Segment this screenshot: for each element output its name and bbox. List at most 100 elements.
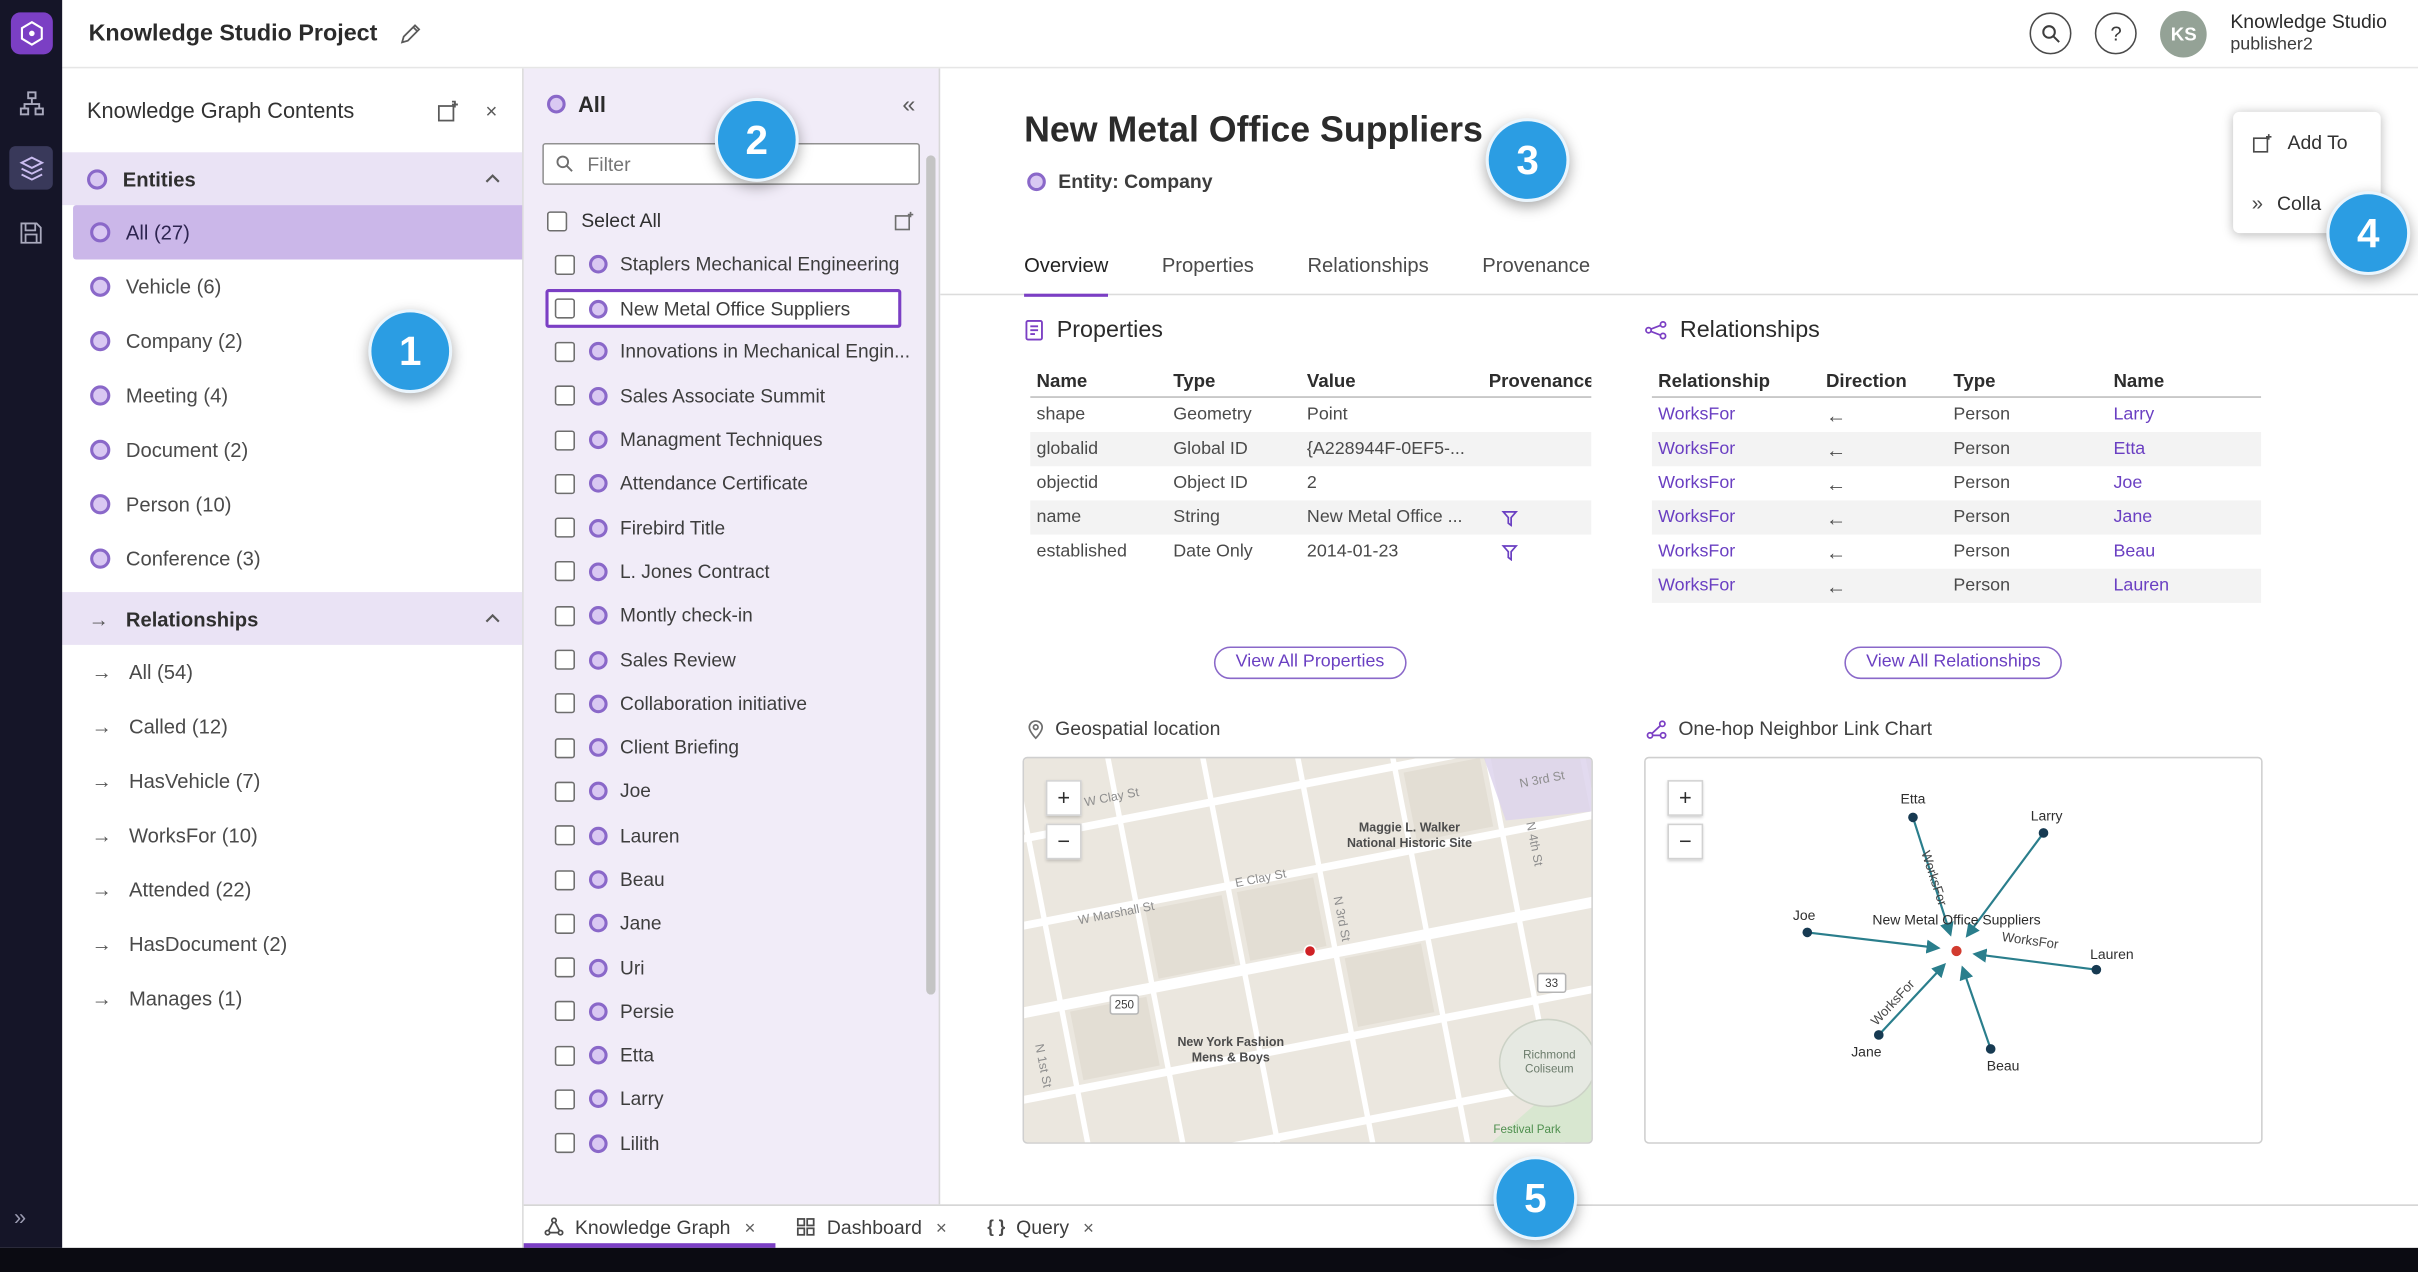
tab-overview[interactable]: Overview — [1024, 242, 1109, 297]
checkbox-icon[interactable] — [554, 561, 575, 582]
zoom-out-button[interactable]: − — [1045, 823, 1082, 860]
list-item[interactable]: Client Briefing — [524, 726, 939, 770]
entity-link[interactable]: Lauren — [2107, 577, 2261, 596]
checkbox-icon[interactable] — [554, 385, 575, 406]
provenance-icon[interactable] — [1501, 543, 1519, 561]
tab-query[interactable]: { } Query × — [967, 1206, 1114, 1248]
checkbox-icon[interactable] — [554, 737, 575, 758]
tab-properties[interactable]: Properties — [1162, 242, 1254, 295]
save-icon[interactable] — [9, 211, 53, 255]
list-item[interactable]: Sales Review — [524, 638, 939, 682]
close-tab-icon[interactable]: × — [744, 1216, 755, 1238]
list-item[interactable]: Managment Techniques — [524, 418, 939, 462]
close-tab-icon[interactable]: × — [1083, 1216, 1094, 1238]
list-item[interactable]: Lilith — [524, 1121, 939, 1165]
checkbox-icon[interactable] — [554, 254, 575, 275]
checkbox-icon[interactable] — [554, 649, 575, 670]
zoom-in-button[interactable]: + — [1667, 780, 1704, 816]
checkbox-icon[interactable] — [554, 913, 575, 934]
zoom-in-button[interactable]: + — [1045, 780, 1082, 816]
relationship-filter-all[interactable]: → All (54) — [62, 645, 522, 699]
checkbox-icon[interactable] — [554, 517, 575, 538]
user-avatar[interactable]: KS — [2160, 10, 2208, 57]
entity-link[interactable]: Larry — [2107, 406, 2261, 425]
close-panel-icon[interactable]: × — [485, 99, 497, 122]
chevron-up-icon[interactable] — [485, 613, 501, 623]
relationships-section-header[interactable]: → Relationships — [62, 592, 523, 645]
menu-item-add-to[interactable]: Add To — [2233, 112, 2381, 173]
tab-relationships[interactable]: Relationships — [1307, 242, 1428, 295]
entity-filter-conference[interactable]: Conference (3) — [62, 531, 522, 585]
checkbox-icon[interactable] — [554, 1133, 575, 1154]
search-icon[interactable] — [2029, 12, 2072, 55]
checkbox-icon[interactable] — [554, 1089, 575, 1110]
list-item[interactable]: Sales Associate Summit — [524, 374, 939, 418]
tab-knowledge-graph[interactable]: Knowledge Graph × — [523, 1206, 776, 1248]
entity-link[interactable]: Beau — [2107, 542, 2261, 561]
list-item[interactable]: Firebird Title — [524, 506, 939, 550]
list-item[interactable]: Innovations in Mechanical Engin... — [524, 330, 939, 374]
relationship-filter-called[interactable]: → Called (12) — [62, 699, 522, 753]
entity-link[interactable]: Joe — [2107, 474, 2261, 493]
relationship-link[interactable]: WorksFor — [1652, 474, 1820, 493]
list-item[interactable]: Persie — [524, 990, 939, 1034]
entity-link[interactable]: Jane — [2107, 508, 2261, 527]
checkbox-icon[interactable] — [554, 869, 575, 890]
list-item[interactable]: Etta — [524, 1033, 939, 1077]
relationship-filter-hasvehicle[interactable]: → HasVehicle (7) — [62, 754, 522, 808]
list-item[interactable]: Attendance Certificate — [524, 462, 939, 506]
edit-title-icon[interactable] — [399, 23, 421, 45]
list-item[interactable]: Joe — [524, 770, 939, 814]
list-item[interactable]: L. Jones Contract — [524, 550, 939, 594]
list-item[interactable]: Staplers Mechanical Engineering — [524, 242, 939, 286]
provenance-icon[interactable] — [1501, 509, 1519, 527]
list-item[interactable]: Uri — [524, 946, 939, 990]
link-chart-widget[interactable]: Etta Larry Joe Lauren Jane Beau New Meta… — [1644, 756, 2263, 1144]
list-item-selected[interactable]: New Metal Office Suppliers — [545, 289, 902, 329]
checkbox-icon[interactable] — [554, 693, 575, 714]
relationship-filter-attended[interactable]: → Attended (22) — [62, 862, 522, 916]
entity-filter-document[interactable]: Document (2) — [62, 423, 522, 477]
view-all-properties-button[interactable]: View All Properties — [1213, 646, 1407, 680]
checkbox-icon[interactable] — [554, 825, 575, 846]
entity-filter-person[interactable]: Person (10) — [62, 477, 522, 531]
chevron-up-icon[interactable] — [485, 174, 501, 183]
relationship-filter-manages[interactable]: → Manages (1) — [62, 971, 522, 1025]
expand-rail-icon[interactable]: » — [14, 1204, 26, 1229]
view-all-relationships-button[interactable]: View All Relationships — [1844, 646, 2063, 680]
entity-filter-meeting[interactable]: Meeting (4) — [62, 368, 522, 422]
list-item[interactable]: Lauren — [524, 814, 939, 858]
collapse-panel-icon[interactable]: « — [902, 91, 915, 117]
close-tab-icon[interactable]: × — [936, 1216, 947, 1238]
checkbox-icon[interactable] — [554, 1045, 575, 1066]
entity-filter-vehicle[interactable]: Vehicle (6) — [62, 260, 522, 314]
checkbox-icon[interactable] — [554, 473, 575, 494]
list-item[interactable]: Jane — [524, 902, 939, 946]
hierarchy-icon[interactable] — [9, 81, 53, 125]
scrollbar[interactable] — [926, 155, 936, 995]
list-item[interactable]: Beau — [524, 858, 939, 902]
relationship-link[interactable]: WorksFor — [1652, 577, 1820, 596]
add-selection-icon[interactable] — [894, 210, 916, 232]
checkbox-icon[interactable] — [554, 298, 575, 320]
help-icon[interactable]: ? — [2095, 12, 2138, 55]
tab-dashboard[interactable]: Dashboard × — [776, 1206, 967, 1248]
checkbox-icon[interactable] — [554, 429, 575, 450]
entities-section-header[interactable]: Entities — [62, 152, 523, 206]
list-item[interactable]: Larry — [524, 1077, 939, 1121]
checkbox-icon[interactable] — [554, 1001, 575, 1022]
relationship-link[interactable]: WorksFor — [1652, 508, 1820, 527]
relationship-link[interactable]: WorksFor — [1652, 406, 1820, 425]
entity-link[interactable]: Etta — [2107, 440, 2261, 459]
relationship-filter-worksfor[interactable]: → WorksFor (10) — [62, 808, 522, 862]
entity-filter-all[interactable]: All (27) — [73, 205, 523, 260]
checkbox-icon[interactable] — [554, 781, 575, 802]
app-logo-icon[interactable] — [10, 12, 53, 55]
zoom-out-button[interactable]: − — [1667, 823, 1704, 860]
relationship-link[interactable]: WorksFor — [1652, 440, 1820, 459]
select-all-checkbox[interactable] — [547, 210, 568, 231]
relationship-filter-hasdocument[interactable]: → HasDocument (2) — [62, 917, 522, 971]
add-to-panel-icon[interactable] — [437, 99, 460, 122]
checkbox-icon[interactable] — [554, 957, 575, 978]
checkbox-icon[interactable] — [554, 605, 575, 626]
